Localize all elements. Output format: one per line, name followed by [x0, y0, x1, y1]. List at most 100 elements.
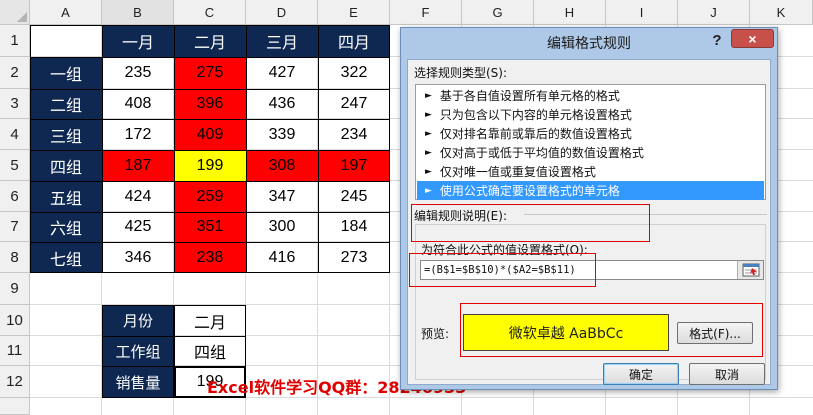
rule-type-item[interactable]: ► 只为包含以下内容的单元格设置格式	[417, 105, 764, 124]
data-cell[interactable]: 184	[318, 212, 390, 242]
group-label-cell[interactable]: 五组	[30, 181, 102, 212]
data-cell[interactable]: 275	[174, 57, 246, 89]
rule-type-item[interactable]: ► 仅对排名靠前或靠后的数值设置格式	[417, 124, 764, 143]
format-button[interactable]: 格式(F)...	[677, 322, 753, 344]
row-header-4[interactable]: 4	[0, 119, 30, 150]
data-cell[interactable]: 396	[174, 89, 246, 119]
data-cell[interactable]: 235	[102, 57, 174, 89]
rule-type-item[interactable]: ► 仅对高于或低于平均值的数值设置格式	[417, 143, 764, 162]
column-header-j[interactable]: J	[678, 0, 750, 25]
column-header-d[interactable]: D	[246, 0, 318, 25]
data-cell[interactable]: 247	[318, 89, 390, 119]
data-cell[interactable]: 322	[318, 57, 390, 89]
row-header-5[interactable]: 5	[0, 150, 30, 181]
rule-type-label: 选择规则类型(S):	[414, 66, 508, 80]
cell-border	[30, 150, 390, 151]
month-header-cell[interactable]: 二月	[174, 25, 246, 57]
rule-type-item[interactable]: ► 仅对唯一值或重复值设置格式	[417, 162, 764, 181]
select-all-corner[interactable]	[0, 0, 30, 25]
data-cell[interactable]: 199	[174, 150, 246, 181]
rule-type-item[interactable]: ► 使用公式确定要设置格式的单元格	[417, 181, 764, 200]
rule-description-label: 编辑规则说明(E):	[414, 209, 507, 223]
row-header-12[interactable]: 12	[0, 366, 30, 398]
column-header-h[interactable]: H	[534, 0, 606, 25]
cell-border	[30, 119, 390, 120]
row-header-6[interactable]: 6	[0, 181, 30, 212]
dialog-body: 选择规则类型(S): ► 基于各自值设置所有单元格的格式 ► 只为包含以下内容的单元格…	[407, 59, 771, 385]
rule-type-item[interactable]: ► 基于各自值设置所有单元格的格式	[417, 86, 764, 105]
help-button[interactable]: ?	[707, 30, 727, 50]
month-header-cell[interactable]: 四月	[318, 25, 390, 57]
data-cell[interactable]: 424	[102, 181, 174, 212]
data-cell[interactable]: 347	[246, 181, 318, 212]
data-cell[interactable]: 273	[318, 242, 390, 273]
column-header-k[interactable]: K	[750, 0, 813, 25]
lookup-label-cell[interactable]: 销售量	[102, 366, 174, 398]
row-header-9[interactable]: 9	[0, 273, 30, 305]
group-label-cell[interactable]: 七组	[30, 242, 102, 273]
data-cell[interactable]: 308	[246, 150, 318, 181]
column-header-i[interactable]: I	[606, 0, 678, 25]
data-cell[interactable]: 259	[174, 181, 246, 212]
group-label-cell[interactable]: 二组	[30, 89, 102, 119]
lookup-value-cell[interactable]: 四组	[174, 336, 246, 366]
group-label-cell[interactable]: 四组	[30, 150, 102, 181]
cell-border	[174, 25, 175, 273]
row-header-7[interactable]: 7	[0, 212, 30, 242]
cell-border	[30, 57, 390, 58]
row-header-2[interactable]: 2	[0, 57, 30, 89]
group-label-cell[interactable]: 一组	[30, 57, 102, 89]
collapse-dialog-button[interactable]	[737, 261, 763, 279]
data-cell[interactable]: 172	[102, 119, 174, 150]
data-cell[interactable]: 408	[102, 89, 174, 119]
column-header-e[interactable]: E	[318, 0, 390, 25]
row-header-11[interactable]: 11	[0, 336, 30, 366]
group-label-cell[interactable]: 三组	[30, 119, 102, 150]
column-header-c[interactable]: C	[174, 0, 246, 25]
data-cell[interactable]: 197	[318, 150, 390, 181]
data-cell[interactable]: 409	[174, 119, 246, 150]
data-cell[interactable]: 187	[102, 150, 174, 181]
data-cell[interactable]: 416	[246, 242, 318, 273]
triangle-bullet-icon: ►	[425, 90, 432, 101]
row-header-3[interactable]: 3	[0, 89, 30, 119]
data-cell[interactable]: 234	[318, 119, 390, 150]
row-header-10[interactable]: 10	[0, 305, 30, 336]
data-cell[interactable]: 300	[246, 212, 318, 242]
triangle-bullet-icon: ►	[425, 147, 432, 158]
column-header-b[interactable]: B	[102, 0, 174, 25]
data-cell[interactable]: 427	[246, 57, 318, 89]
triangle-bullet-icon: ►	[425, 185, 432, 196]
row-header-1[interactable]: 1	[0, 25, 30, 57]
data-cell[interactable]: 436	[246, 89, 318, 119]
column-header-f[interactable]: F	[390, 0, 462, 25]
lookup-label-cell[interactable]: 工作组	[102, 336, 174, 366]
data-cell[interactable]: 346	[102, 242, 174, 273]
data-cell[interactable]: 238	[174, 242, 246, 273]
group-label-cell[interactable]: 六组	[30, 212, 102, 242]
column-header-g[interactable]: G	[462, 0, 534, 25]
rule-type-text: 使用公式确定要设置格式的单元格	[439, 184, 620, 198]
cancel-button[interactable]: 取消	[689, 363, 765, 385]
rule-type-list[interactable]: ► 基于各自值设置所有单元格的格式 ► 只为包含以下内容的单元格设置格式 ► 仅对排名靠前…	[415, 84, 766, 200]
data-cell[interactable]: 351	[174, 212, 246, 242]
data-cell[interactable]: 339	[246, 119, 318, 150]
cell-border	[318, 25, 319, 273]
month-header-cell[interactable]: 一月	[102, 25, 174, 57]
lookup-value-cell[interactable]: 二月	[174, 305, 246, 336]
column-header-a[interactable]: A	[30, 0, 102, 25]
lookup-label-cell[interactable]: 月份	[102, 305, 174, 336]
row-header-8[interactable]: 8	[0, 242, 30, 273]
format-preview: 微软卓越 AaBbCc	[463, 314, 669, 351]
month-header-cell[interactable]: 三月	[246, 25, 318, 57]
range-select-icon	[742, 263, 759, 277]
data-cell[interactable]: 245	[318, 181, 390, 212]
preview-label: 预览:	[421, 327, 450, 341]
cell-border	[30, 89, 390, 90]
data-cell[interactable]: 425	[102, 212, 174, 242]
cell-border	[246, 25, 247, 273]
formula-input[interactable]: =(B$1=$B$10)*($A2=$B$11)	[420, 260, 764, 280]
row-header-partial[interactable]	[0, 398, 30, 415]
close-button[interactable]: ×	[731, 29, 774, 48]
ok-button[interactable]: 确定	[603, 363, 679, 385]
